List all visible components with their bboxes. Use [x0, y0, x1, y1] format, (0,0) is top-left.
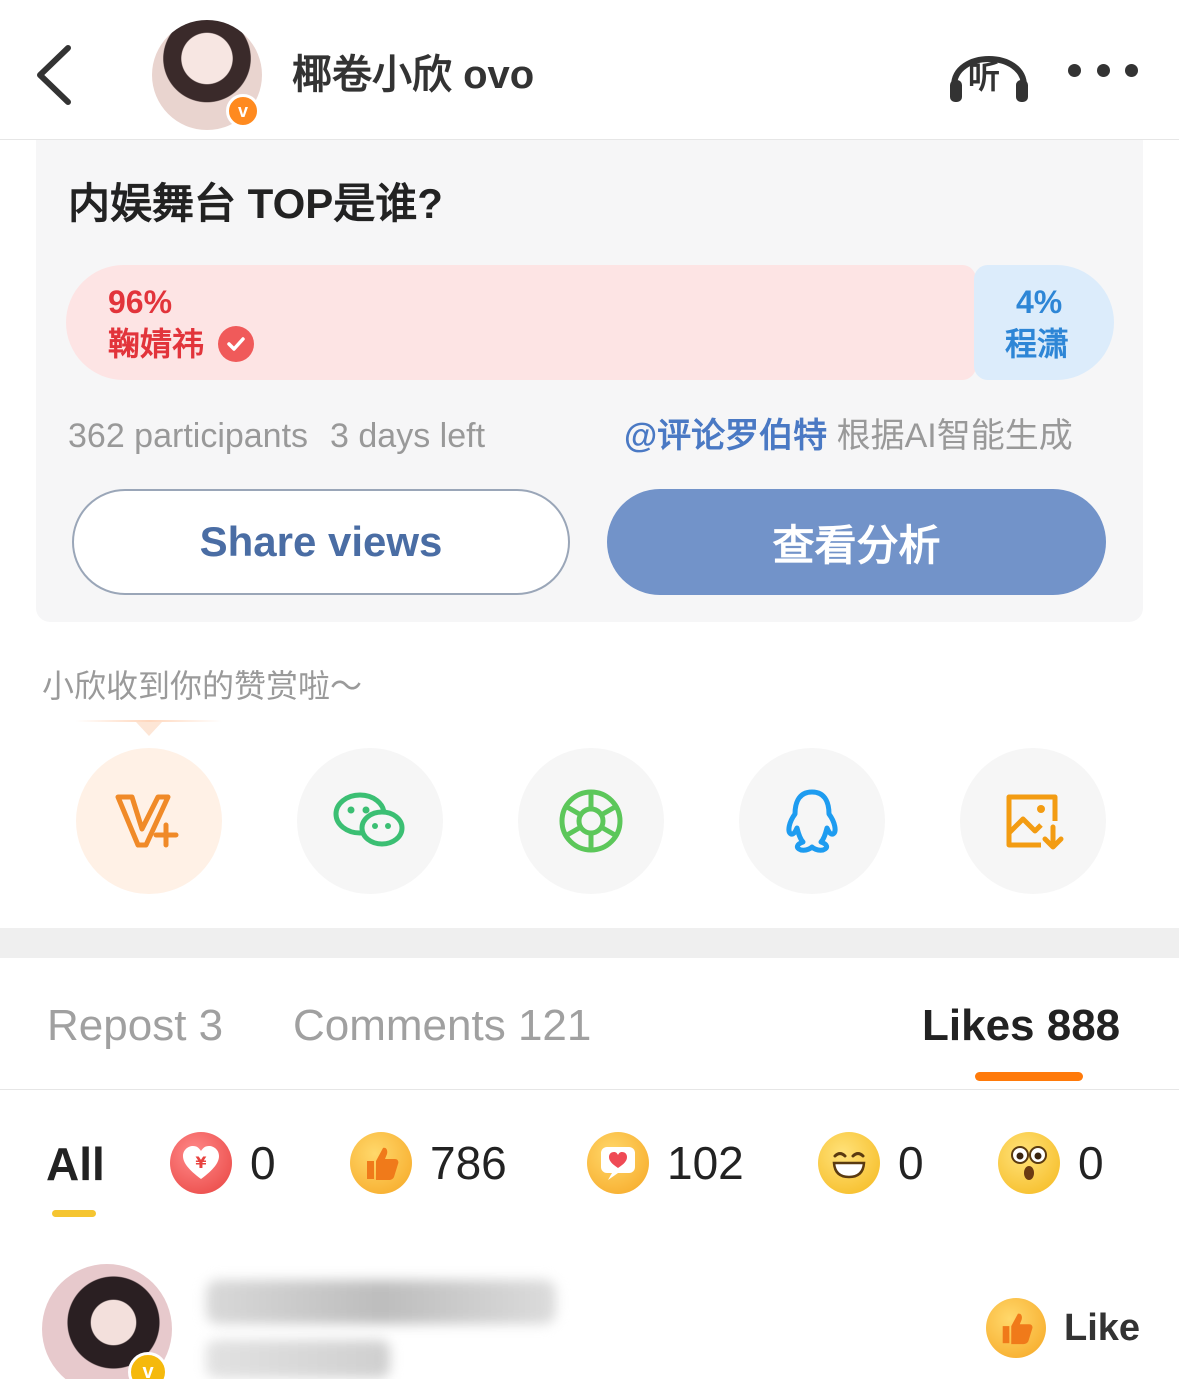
option-b-percent: 4%: [1016, 284, 1063, 320]
svg-text:¥: ¥: [195, 1153, 206, 1172]
like-button[interactable]: Like: [986, 1296, 1140, 1360]
vplus-share-button[interactable]: [76, 748, 222, 894]
option-a-name: 鞠婧祎: [108, 326, 205, 362]
section-divider: [0, 928, 1179, 958]
blurred-username: [206, 1280, 556, 1324]
tab-repost[interactable]: Repost 3: [47, 998, 223, 1054]
share-views-button[interactable]: Share views: [72, 489, 570, 595]
save-image-share-button[interactable]: [960, 748, 1106, 894]
like-label: Like: [1064, 1306, 1141, 1349]
voted-check-icon: [218, 326, 254, 362]
reward-message: 小欣收到你的赞赏啦～: [42, 668, 363, 704]
vplus-icon: [115, 794, 179, 848]
tab-likes[interactable]: Likes 888: [922, 998, 1120, 1054]
reaction-filter-heart[interactable]: 102: [587, 1130, 744, 1196]
reaction-count: 0: [1078, 1137, 1104, 1189]
reaction-count: 0: [250, 1137, 276, 1189]
reaction-filter-reward[interactable]: ¥ 0: [170, 1130, 276, 1196]
qq-share-button[interactable]: [739, 748, 885, 894]
author-name[interactable]: 椰卷小欣 ovo: [292, 50, 534, 100]
moments-icon: [559, 789, 623, 853]
verified-badge-icon: v: [226, 94, 260, 128]
reaction-count: 102: [667, 1137, 744, 1189]
moments-share-button[interactable]: [518, 748, 664, 894]
top-bar: v 椰卷小欣 ovo 听: [0, 0, 1179, 140]
poll-meta: 362 participants 3 days left: [68, 414, 507, 458]
reaction-count: 0: [898, 1137, 924, 1189]
blurred-subtitle: [206, 1340, 390, 1378]
reaction-filter-laugh[interactable]: 0: [818, 1130, 924, 1196]
reward-heart-icon: ¥: [170, 1132, 232, 1194]
participants-count: 362 participants: [68, 417, 309, 455]
page: v 椰卷小欣 ovo 听 内娱舞台 TOP是谁? 96% 鞠婧祎 4% 程潇 3…: [0, 0, 1179, 1379]
tabs-divider: [0, 1089, 1179, 1090]
ai-note: @评论罗伯特 根据AI智能生成: [624, 414, 1073, 458]
listen-label: 听: [968, 59, 1001, 95]
thumbs-up-icon: [986, 1298, 1046, 1358]
active-tab-indicator: [975, 1072, 1083, 1081]
qq-icon: [786, 789, 838, 853]
view-analysis-button[interactable]: 查看分析: [607, 489, 1106, 595]
reaction-filter-indicator: [52, 1210, 96, 1217]
more-options-icon[interactable]: [1068, 64, 1138, 82]
tab-comments[interactable]: Comments 121: [293, 998, 591, 1054]
heart-bubble-icon: [587, 1132, 649, 1194]
wechat-share-button[interactable]: [297, 748, 443, 894]
option-a-percent: 96%: [108, 284, 173, 320]
reaction-filter-thumbs-up[interactable]: 786: [350, 1130, 507, 1196]
poll-result-bar: [66, 265, 1114, 380]
back-arrow-icon[interactable]: [30, 40, 80, 110]
poll-question: 内娱舞台 TOP是谁?: [68, 180, 443, 227]
tooltip-pointer: [136, 722, 162, 736]
ai-mention-link[interactable]: @评论罗伯特: [624, 417, 827, 455]
surprised-icon: [998, 1132, 1060, 1194]
time-left: 3 days left: [330, 417, 486, 455]
laugh-icon: [818, 1132, 880, 1194]
thumbs-up-icon: [350, 1132, 412, 1194]
reaction-filter-all[interactable]: All: [46, 1136, 105, 1192]
reaction-filter-surprised[interactable]: 0: [998, 1130, 1104, 1196]
wechat-icon: [333, 792, 405, 847]
option-b-name: 程潇: [1005, 326, 1070, 362]
save-image-icon: [1006, 794, 1064, 850]
share-row: [76, 748, 1106, 894]
reaction-count: 786: [430, 1137, 507, 1189]
ai-note-text: 根据AI智能生成: [836, 417, 1073, 455]
